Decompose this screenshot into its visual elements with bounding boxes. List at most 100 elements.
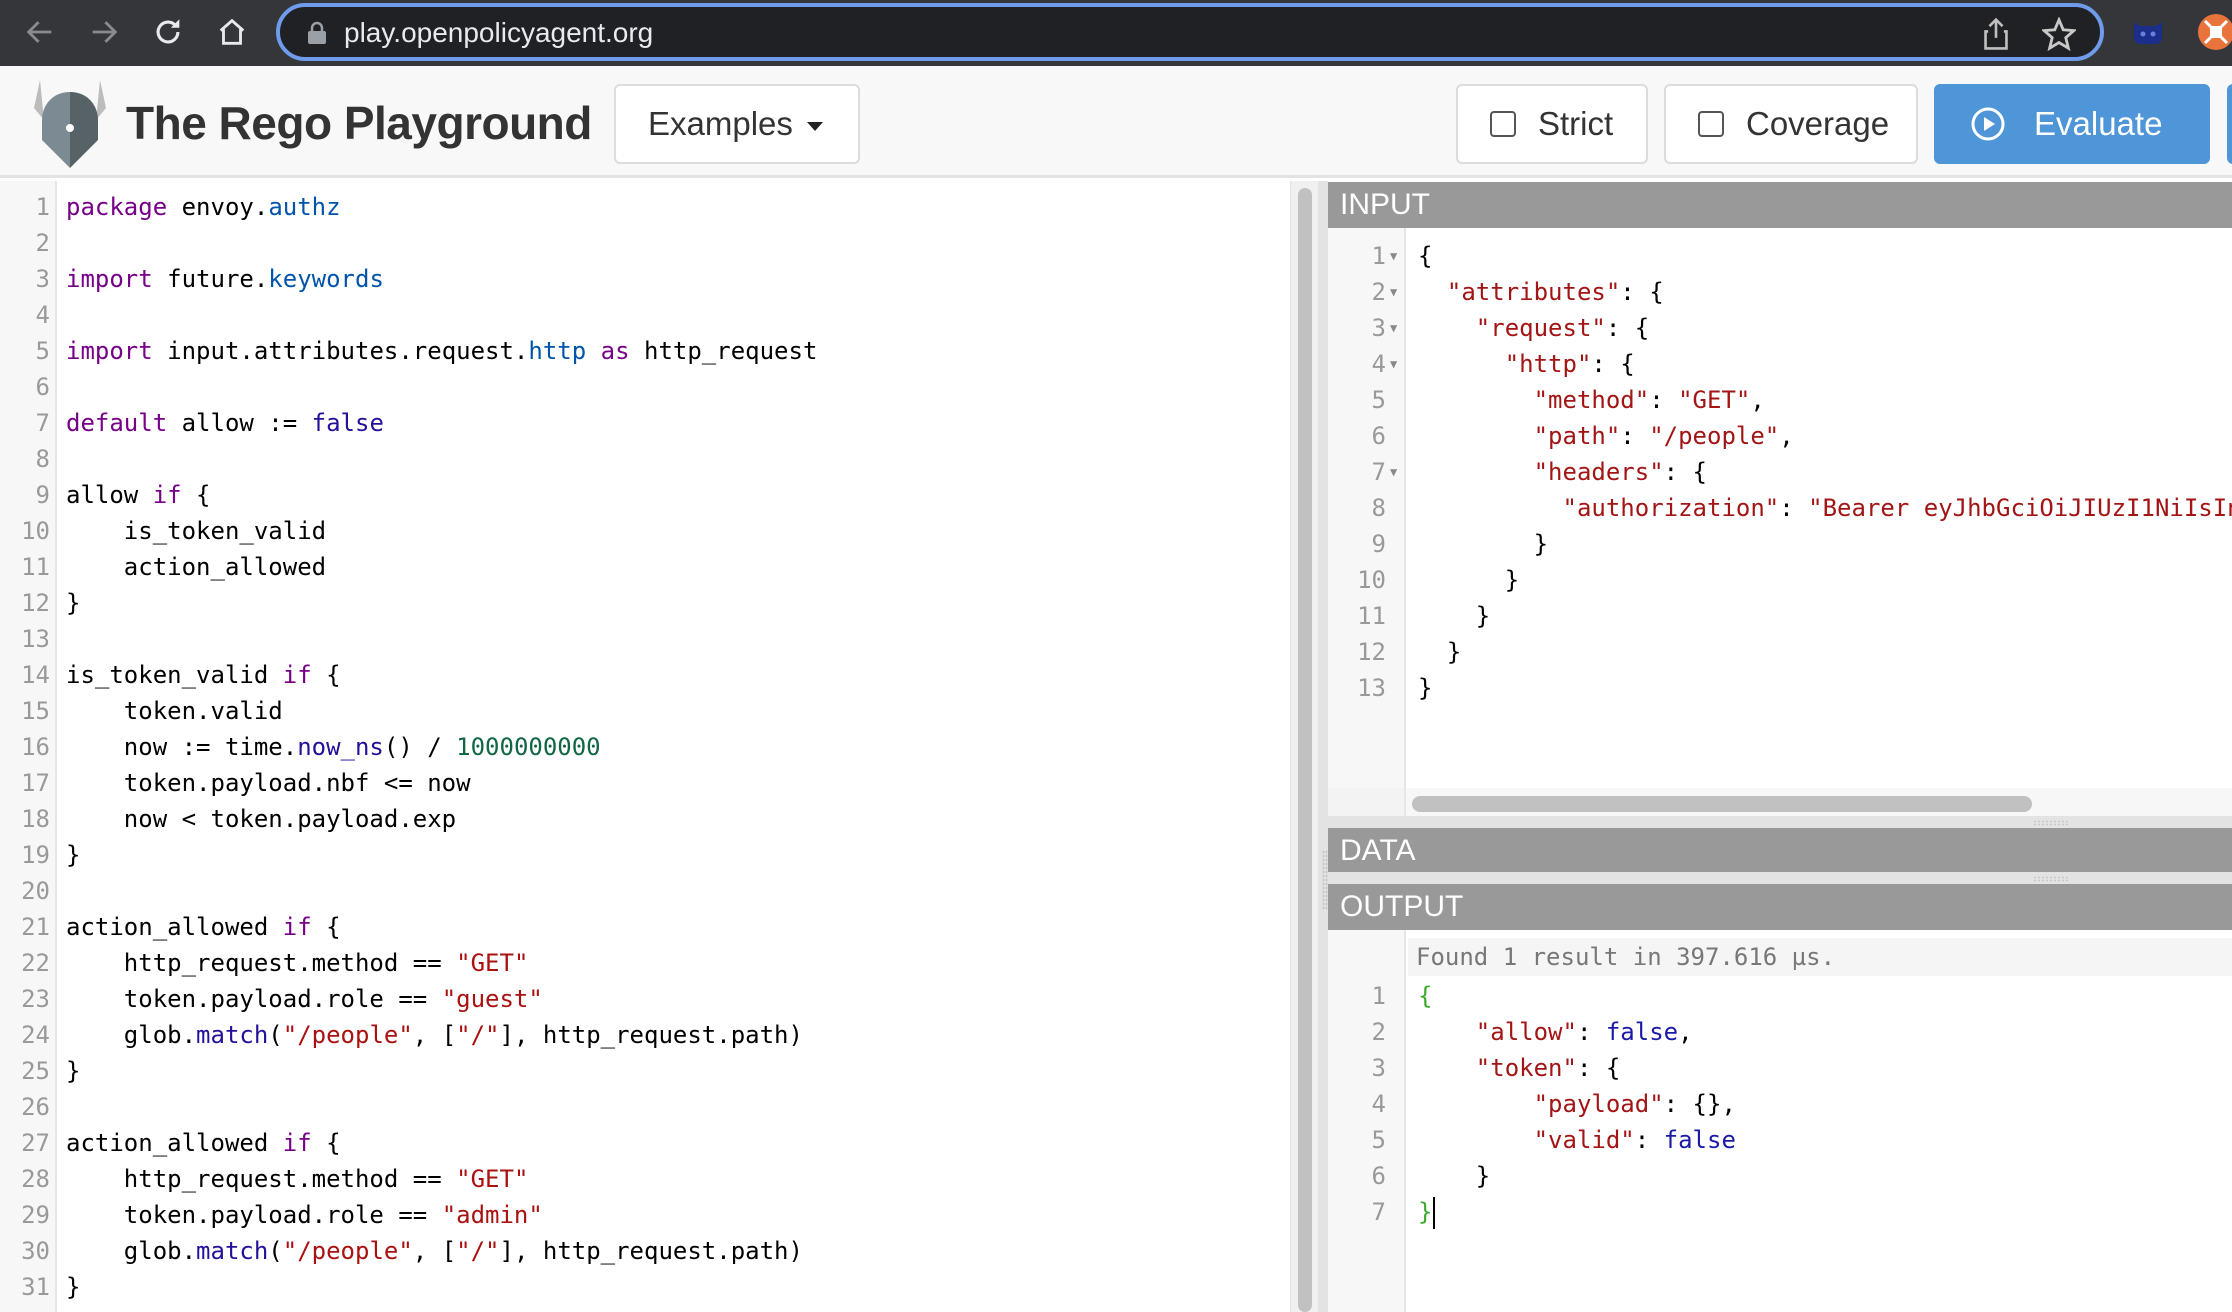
code-line[interactable]: 2 [0, 225, 1290, 261]
code-line[interactable]: 13 [0, 621, 1290, 657]
reload-button[interactable] [146, 10, 190, 54]
code-line[interactable]: 8 [0, 441, 1290, 477]
line-number: 5 [1371, 386, 1386, 414]
code-line[interactable]: 19} [0, 837, 1290, 873]
splitter-grip-icon[interactable] [2033, 820, 2069, 826]
fold-arrow-icon[interactable]: ▼ [1390, 346, 1397, 382]
code-line[interactable]: 27 action_allowed if { [0, 1125, 1290, 1161]
code-line[interactable]: 7 default allow := false [0, 405, 1290, 441]
editor-scrollbar-thumb[interactable] [1298, 188, 1312, 1312]
input-line[interactable]: 1 ▼ { [1328, 238, 2232, 274]
code-line[interactable]: 20 [0, 873, 1290, 909]
code-line[interactable]: 12} [0, 585, 1290, 621]
code-line[interactable]: 28 http_request.method == "GET" [0, 1161, 1290, 1197]
json-text: "payload": {}, [1418, 1086, 1736, 1122]
code-text: is_token_valid [66, 513, 326, 549]
line-number: 26 [21, 1093, 50, 1121]
code-line[interactable]: 16 now := time.now_ns() / 1000000000 [0, 729, 1290, 765]
coverage-checkbox[interactable] [1698, 111, 1724, 137]
code-token: : { [1663, 458, 1707, 486]
fold-arrow-icon[interactable]: ▼ [1390, 274, 1397, 310]
code-line[interactable]: 4 [0, 297, 1290, 333]
code-line[interactable]: 31} [0, 1269, 1290, 1305]
code-token: } [1418, 566, 1520, 594]
share-icon[interactable] [1980, 17, 2012, 51]
input-json-editor[interactable]: 1 ▼{2 ▼ "attributes": {3 ▼ "request": {4 ▼ "… [1328, 228, 2232, 788]
strict-toggle[interactable]: Strict [1456, 84, 1648, 164]
output-line[interactable]: 7} [1328, 1194, 2232, 1230]
input-line[interactable]: 2 ▼ "attributes": { [1328, 274, 2232, 310]
line-number: 4 [35, 301, 50, 329]
code-line[interactable]: 15 token.valid [0, 693, 1290, 729]
input-line[interactable]: 9 } [1328, 526, 2232, 562]
vertical-pane-splitter[interactable] [1318, 181, 1328, 1312]
coverage-toggle[interactable]: Coverage [1664, 84, 1918, 164]
code-line[interactable]: 25} [0, 1053, 1290, 1089]
code-line[interactable]: 30 glob.match("/people", ["/"], http_req… [0, 1233, 1290, 1269]
data-panel-header[interactable]: DATA [1328, 828, 2232, 874]
address-bar[interactable]: play.openpolicyagent.org [276, 3, 2104, 61]
json-text: } [1418, 562, 1519, 598]
code-line[interactable]: 9 allow if { [0, 477, 1290, 513]
code-line[interactable]: 14 is_token_valid if { [0, 657, 1290, 693]
line-number: 18 [21, 805, 50, 833]
input-line[interactable]: 6 "path": "/people", [1328, 418, 2232, 454]
input-data-splitter[interactable] [1328, 816, 2232, 828]
input-line[interactable]: 3 ▼ "request": { [1328, 310, 2232, 346]
forward-button[interactable] [82, 10, 126, 54]
output-line[interactable]: 3 "token": { [1328, 1050, 2232, 1086]
output-line[interactable]: 5 "valid": false [1328, 1122, 2232, 1158]
code-line[interactable]: 23 token.payload.role == "guest" [0, 981, 1290, 1017]
code-line[interactable]: 22 http_request.method == "GET" [0, 945, 1290, 981]
input-line[interactable]: 4 ▼ "http": { [1328, 346, 2232, 382]
strict-checkbox[interactable] [1490, 111, 1516, 137]
input-panel-header[interactable]: INPUT [1328, 182, 2232, 228]
orange-extension-icon[interactable] [2196, 12, 2232, 52]
output-line[interactable]: 4 "payload": {}, [1328, 1086, 2232, 1122]
policy-code-editor[interactable]: 1 package envoy.authz 2 3 import future.keyw… [0, 181, 1290, 1312]
code-token: "Bearer eyJhbGciOiJIUzI1NiIsIn [1808, 494, 2232, 522]
code-token: } [1418, 674, 1433, 702]
output-line[interactable]: 1{ [1328, 978, 2232, 1014]
browser-toolbar: play.openpolicyagent.org [0, 0, 2232, 66]
publish-button-edge[interactable] [2227, 84, 2232, 164]
code-line[interactable]: 11 action_allowed [0, 549, 1290, 585]
code-line[interactable]: 5 import input.attributes.request.http as… [0, 333, 1290, 369]
input-line[interactable]: 8 "authorization": "Bearer eyJhbGciOiJIU… [1328, 490, 2232, 526]
code-line[interactable]: 6 [0, 369, 1290, 405]
output-line[interactable]: 6 } [1328, 1158, 2232, 1194]
input-line[interactable]: 13} [1328, 670, 2232, 706]
bookmark-star-icon[interactable] [2042, 17, 2076, 51]
fold-arrow-icon[interactable]: ▼ [1390, 310, 1397, 346]
back-button[interactable] [18, 10, 62, 54]
evaluate-button[interactable]: Evaluate [1934, 84, 2210, 164]
code-line[interactable]: 10 is_token_valid [0, 513, 1290, 549]
splitter-grip-icon[interactable] [2033, 876, 2069, 882]
fold-arrow-icon[interactable]: ▼ [1390, 238, 1397, 274]
output-line[interactable]: 2 "allow": false, [1328, 1014, 2232, 1050]
code-line[interactable]: 29 token.payload.role == "admin" [0, 1197, 1290, 1233]
code-line[interactable]: 1 package envoy.authz [0, 189, 1290, 225]
home-button[interactable] [210, 10, 254, 54]
input-line[interactable]: 11 } [1328, 598, 2232, 634]
output-panel-header[interactable]: OUTPUT [1328, 884, 2232, 930]
code-line[interactable]: 26 [0, 1089, 1290, 1125]
code-line[interactable]: 18 now < token.payload.exp [0, 801, 1290, 837]
json-text: "headers": { [1418, 454, 1707, 490]
code-line[interactable]: 17 token.payload.nbf <= now [0, 765, 1290, 801]
input-line[interactable]: 10 } [1328, 562, 2232, 598]
octocat-extension-icon[interactable] [2128, 12, 2168, 52]
input-line[interactable]: 12 } [1328, 634, 2232, 670]
code-line[interactable]: 24 glob.match("/people", ["/"], http_req… [0, 1017, 1290, 1053]
input-horizontal-scroll-thumb[interactable] [1412, 796, 2032, 812]
data-output-splitter[interactable] [1328, 872, 2232, 884]
fold-arrow-icon[interactable]: ▼ [1390, 454, 1397, 490]
output-json-viewer[interactable]: Found 1 result in 397.616 µs. 1{2 "allow… [1328, 930, 2232, 1312]
line-number: 11 [1357, 602, 1386, 630]
code-line[interactable]: 21 action_allowed if { [0, 909, 1290, 945]
input-line[interactable]: 5 "method": "GET", [1328, 382, 2232, 418]
examples-dropdown-button[interactable]: Examples [614, 84, 860, 164]
code-line[interactable]: 3 import future.keywords [0, 261, 1290, 297]
input-line[interactable]: 7 ▼ "headers": { [1328, 454, 2232, 490]
